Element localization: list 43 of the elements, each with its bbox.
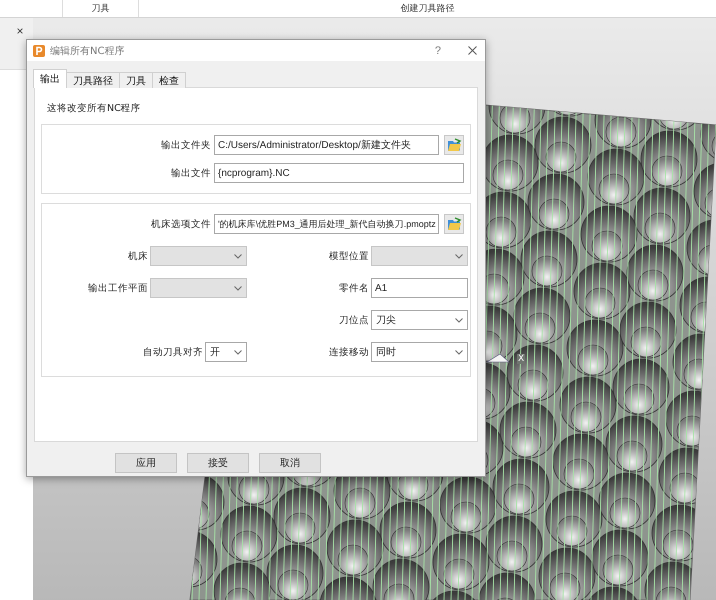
browse-button[interactable] <box>444 214 464 234</box>
dialog-button[interactable]: 接受 <box>187 453 249 473</box>
tab[interactable]: 输出 <box>33 69 67 88</box>
field-label: 零件名 <box>339 282 369 294</box>
field-label: 连接移动 <box>329 346 369 358</box>
chevron-down-icon <box>234 350 242 354</box>
browse-button[interactable] <box>444 135 464 155</box>
folder-icon <box>446 138 462 152</box>
input-field[interactable]: A1 <box>371 278 468 298</box>
close-button[interactable]: × <box>16 24 24 38</box>
field-label: 输出文件夹 <box>161 138 211 152</box>
help-button[interactable]: ? <box>434 44 441 56</box>
field-label: 刀位点 <box>339 314 369 326</box>
field-label: 模型位置 <box>329 250 369 262</box>
field-label: 输出文件 <box>171 166 211 180</box>
field-label: 机床选项文件 <box>151 218 211 230</box>
input-field[interactable]: '的机床库\优胜PM3_通用后处理_新代自动换刀.pmoptz <box>214 214 439 234</box>
chevron-down-icon <box>234 286 242 290</box>
chevron-down-icon <box>455 254 463 258</box>
chevron-down-icon <box>455 350 463 354</box>
dropdown[interactable]: 刀尖 <box>371 310 468 330</box>
chevron-down-icon <box>455 318 463 322</box>
input-field[interactable]: C:/Users/Administrator/Desktop/新建文件夹 <box>214 135 439 155</box>
tab[interactable]: 检查 <box>152 72 186 88</box>
folder-icon <box>446 217 462 231</box>
close-icon[interactable] <box>468 46 477 55</box>
field-label: 机床 <box>128 250 148 262</box>
tab[interactable]: 刀具 <box>119 72 153 88</box>
tab[interactable]: 刀具路径 <box>66 72 120 88</box>
chevron-down-icon <box>234 254 242 258</box>
input-field[interactable]: {ncprogram}.NC <box>214 163 464 183</box>
field-label: 输出工作平面 <box>88 282 148 294</box>
info-text: 这将改变所有NC程序 <box>47 102 142 115</box>
dropdown[interactable]: 同时 <box>371 342 468 362</box>
window-title: 编辑所有NC程序 <box>50 44 126 58</box>
ribbon-group-label: 创建刀具路径 <box>400 2 454 15</box>
app-logo-icon <box>33 44 45 56</box>
field-label: 自动刀具对齐 <box>143 346 203 358</box>
axis-label: X <box>517 354 526 364</box>
dialog-button[interactable]: 应用 <box>115 453 177 473</box>
ribbon-group-label: 刀具 <box>92 2 110 15</box>
dropdown[interactable]: 开 <box>205 342 247 362</box>
dialog-button[interactable]: 取消 <box>259 453 321 473</box>
